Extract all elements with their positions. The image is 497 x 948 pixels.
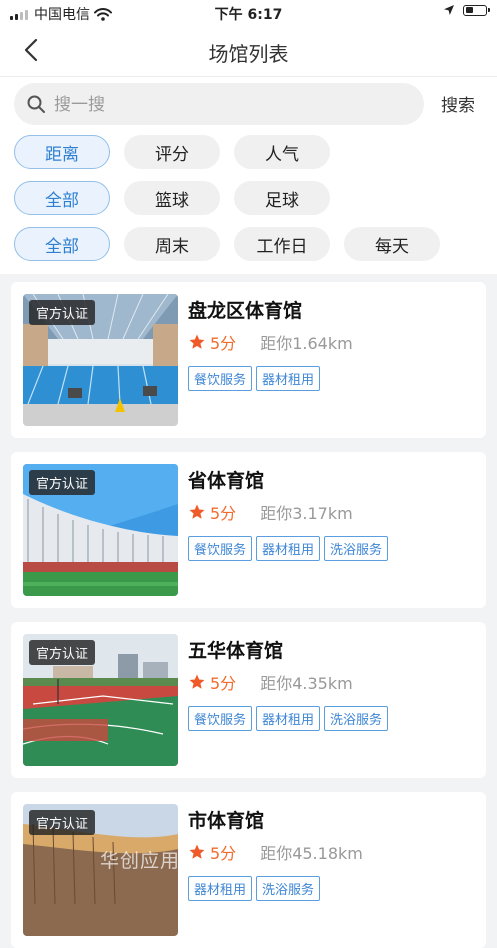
sort-filter-row: 距离 评分 人气 <box>14 135 330 169</box>
filter-chip[interactable]: 全部 <box>14 227 110 261</box>
venue-distance: 距你3.17km <box>260 504 353 523</box>
filter-chip[interactable]: 距离 <box>14 135 110 169</box>
battery-icon <box>463 4 490 16</box>
service-tag: 器材租用 <box>188 876 253 901</box>
search-icon <box>27 95 45 113</box>
page-title: 场馆列表 <box>208 42 289 66</box>
filter-chip[interactable]: 工作日 <box>234 227 330 261</box>
venue-card[interactable]: 官方认证 盘龙区体育馆 5分 距你1.64km 餐饮服务 器材租用 <box>11 282 486 438</box>
venue-name: 市体育馆 <box>188 810 265 832</box>
service-tag: 器材租用 <box>256 536 321 561</box>
venue-card[interactable]: 官方认证 五华体育馆 5分 距你4.35km 餐饮服务 器材租用 洗浴服务 <box>11 622 486 778</box>
venue-tags: 餐饮服务 器材租用 <box>188 366 321 391</box>
star-icon <box>189 504 205 519</box>
star-icon <box>189 844 205 859</box>
search-button[interactable]: 搜索 <box>432 91 484 116</box>
service-tag: 洗浴服务 <box>324 706 389 731</box>
venue-meta: 5分 距你4.35km <box>188 670 353 694</box>
star-icon <box>189 334 205 349</box>
filter-chip[interactable]: 周末 <box>124 227 220 261</box>
venue-image: 官方认证 <box>23 464 178 596</box>
filter-panel: 搜索 距离评分人气 全部篮球足球 全部周末工作日每天 <box>0 77 497 274</box>
venue-name: 盘龙区体育馆 <box>188 300 303 322</box>
venue-meta: 5分 距你45.18km <box>188 840 363 864</box>
venue-name: 五华体育馆 <box>188 640 284 662</box>
time-filter-row: 全部 周末 工作日 每天 <box>14 227 440 261</box>
venue-score: 5分 <box>210 504 237 523</box>
filter-chip[interactable]: 足球 <box>234 181 330 215</box>
service-tag: 洗浴服务 <box>256 876 321 901</box>
search-bar <box>14 83 424 125</box>
filter-chip[interactable]: 篮球 <box>124 181 220 215</box>
venue-distance: 距你45.18km <box>260 844 363 863</box>
filter-chip[interactable]: 全部 <box>14 181 110 215</box>
nav-bar: 场馆列表 <box>0 24 497 77</box>
service-tag: 餐饮服务 <box>188 536 253 561</box>
sport-filter-row: 全部 篮球 足球 <box>14 181 330 215</box>
venue-score: 5分 <box>210 844 237 863</box>
filter-chip[interactable]: 人气 <box>234 135 330 169</box>
venue-image: 官方认证 <box>23 804 178 936</box>
venue-tags: 餐饮服务 器材租用 洗浴服务 <box>188 706 389 731</box>
venue-score: 5分 <box>210 674 237 693</box>
status-bar: 中国电信 下午 6:17 <box>0 0 497 24</box>
location-arrow-icon <box>444 5 454 15</box>
service-tag: 餐饮服务 <box>188 366 253 391</box>
service-tag: 餐饮服务 <box>188 706 253 731</box>
verified-badge: 官方认证 <box>29 810 96 835</box>
service-tag: 洗浴服务 <box>324 536 389 561</box>
star-icon <box>189 674 205 689</box>
venue-image: 官方认证 <box>23 294 178 426</box>
service-tag: 器材租用 <box>256 366 321 391</box>
verified-badge: 官方认证 <box>29 640 96 665</box>
filter-chip[interactable]: 评分 <box>124 135 220 169</box>
venue-tags: 器材租用 洗浴服务 <box>188 876 321 901</box>
service-tag: 器材租用 <box>256 706 321 731</box>
venue-distance: 距你1.64km <box>260 334 353 353</box>
filter-chip[interactable]: 每天 <box>344 227 440 261</box>
venue-distance: 距你4.35km <box>260 674 353 693</box>
venue-meta: 5分 距你1.64km <box>188 330 353 354</box>
verified-badge: 官方认证 <box>29 300 96 325</box>
venue-card[interactable]: 官方认证 省体育馆 5分 距你3.17km 餐饮服务 器材租用 洗浴服务 <box>11 452 486 608</box>
clock: 下午 6:17 <box>214 7 283 23</box>
verified-badge: 官方认证 <box>29 470 96 495</box>
venue-score: 5分 <box>210 334 237 353</box>
venue-image: 官方认证 <box>23 634 178 766</box>
venue-tags: 餐饮服务 器材租用 洗浴服务 <box>188 536 389 561</box>
venue-name: 省体育馆 <box>188 470 265 492</box>
search-input[interactable] <box>52 89 416 121</box>
venue-card[interactable]: 官方认证 市体育馆 5分 距你45.18km 器材租用 洗浴服务 <box>11 792 486 948</box>
venue-meta: 5分 距你3.17km <box>188 500 353 524</box>
